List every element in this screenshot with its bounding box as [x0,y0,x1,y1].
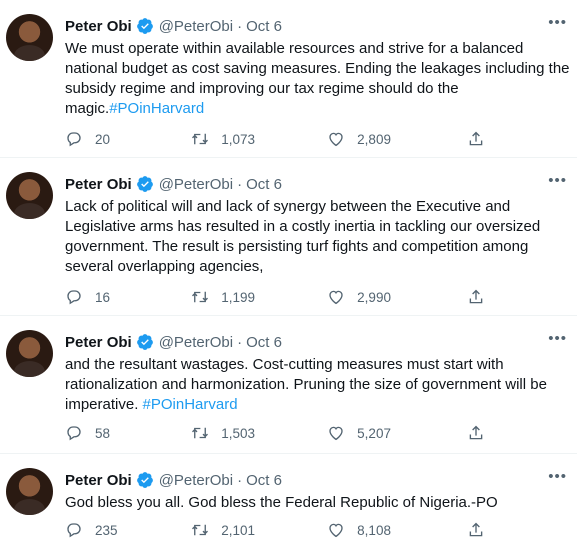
more-options-icon[interactable]: ••• [548,173,567,188]
tweet[interactable]: Peter Obi @PeterObi · Oct 6 ••• God bles… [0,454,577,551]
heart-icon [329,132,343,147]
like-button[interactable]: 2,990 [327,288,467,306]
retweet-count: 2,101 [221,522,256,538]
author-name[interactable]: Peter Obi [65,472,132,489]
tweet-text: and the resultant wastages. Cost-cutting… [65,355,570,415]
like-count: 8,108 [357,522,391,538]
tweet[interactable]: Peter Obi @PeterObi · Oct 6 ••• We must … [0,0,577,158]
author-handle[interactable]: @PeterObi [159,334,233,351]
retweet-button[interactable]: 2,101 [191,521,327,539]
share-icon [469,289,483,304]
tweet-text: God bless you all. God bless the Federal… [65,493,570,513]
reply-count: 58 [95,425,111,441]
reply-icon [67,426,81,441]
tweet-body: Lack of political will and lack of syner… [65,198,541,275]
separator-dot: · [237,175,243,193]
hashtag-link[interactable]: #POinHarvard [109,100,204,117]
reply-icon [67,290,81,305]
more-options-icon[interactable]: ••• [548,15,567,30]
share-icon [469,522,483,537]
tweet-text: We must operate within available resourc… [65,39,570,119]
reply-count: 20 [95,131,111,147]
tweet-header: Peter Obi @PeterObi · Oct 6 [65,16,282,36]
tweet[interactable]: Peter Obi @PeterObi · Oct 6 ••• and the … [0,316,577,454]
hashtag-link[interactable]: #POinHarvard [143,396,238,413]
retweet-icon [192,291,209,303]
reply-button[interactable]: 58 [65,424,191,442]
retweet-count: 1,199 [221,289,256,305]
avatar[interactable] [6,14,53,61]
share-icon [469,425,483,440]
tweet-header: Peter Obi @PeterObi · Oct 6 [65,470,282,490]
tweet-actions: 58 1,503 5,207 [65,422,497,444]
reply-icon [67,132,81,147]
retweet-button[interactable]: 1,199 [191,288,327,306]
share-button[interactable] [467,521,497,539]
reply-button[interactable]: 16 [65,288,191,306]
avatar[interactable] [6,172,53,219]
reply-count: 16 [95,289,111,305]
retweet-count: 1,503 [221,425,256,441]
author-handle[interactable]: @PeterObi [159,472,233,489]
tweet-header: Peter Obi @PeterObi · Oct 6 [65,174,282,194]
author-handle[interactable]: @PeterObi [159,18,233,35]
retweet-icon [192,427,209,439]
verified-badge-icon [136,18,153,34]
share-button[interactable] [467,130,497,148]
author-name[interactable]: Peter Obi [65,334,132,351]
like-button[interactable]: 2,809 [327,130,467,148]
tweet-date[interactable]: Oct 6 [246,176,282,193]
share-icon [469,131,483,146]
reply-button[interactable]: 20 [65,130,191,148]
tweet-actions: 235 2,101 8,108 [65,519,497,541]
more-options-icon[interactable]: ••• [548,469,567,484]
verified-badge-icon [136,472,153,488]
tweet-header: Peter Obi @PeterObi · Oct 6 [65,332,282,352]
separator-dot: · [237,17,243,35]
tweet-actions: 16 1,199 2,990 [65,286,497,308]
verified-badge-icon [136,176,153,192]
like-count: 2,809 [357,131,391,147]
heart-icon [329,426,343,441]
retweet-count: 1,073 [221,131,256,147]
tweet-date[interactable]: Oct 6 [246,472,282,489]
more-options-icon[interactable]: ••• [548,331,567,346]
tweet-actions: 20 1,073 2,809 [65,128,497,150]
avatar[interactable] [6,330,53,377]
retweet-icon [192,133,209,145]
tweet-thread: Peter Obi @PeterObi · Oct 6 ••• We must … [0,0,577,551]
retweet-button[interactable]: 1,503 [191,424,327,442]
separator-dot: · [237,471,243,489]
like-count: 5,207 [357,425,391,441]
author-handle[interactable]: @PeterObi [159,176,233,193]
author-name[interactable]: Peter Obi [65,176,132,193]
retweet-icon [192,524,209,536]
like-button[interactable]: 8,108 [327,521,467,539]
like-button[interactable]: 5,207 [327,424,467,442]
reply-icon [67,523,81,538]
tweet-body: God bless you all. God bless the Federal… [65,494,498,511]
verified-badge-icon [136,334,153,350]
share-button[interactable] [467,288,497,306]
reply-button[interactable]: 235 [65,521,191,539]
share-button[interactable] [467,424,497,442]
like-count: 2,990 [357,289,391,305]
tweet[interactable]: Peter Obi @PeterObi · Oct 6 ••• Lack of … [0,158,577,316]
heart-icon [329,523,343,538]
tweet-date[interactable]: Oct 6 [246,18,282,35]
reply-count: 235 [95,522,118,538]
retweet-button[interactable]: 1,073 [191,130,327,148]
tweet-body: and the resultant wastages. Cost-cutting… [65,356,547,413]
separator-dot: · [237,333,243,351]
tweet-date[interactable]: Oct 6 [246,334,282,351]
author-name[interactable]: Peter Obi [65,18,132,35]
avatar[interactable] [6,468,53,515]
heart-icon [329,290,343,305]
tweet-text: Lack of political will and lack of syner… [65,197,570,277]
